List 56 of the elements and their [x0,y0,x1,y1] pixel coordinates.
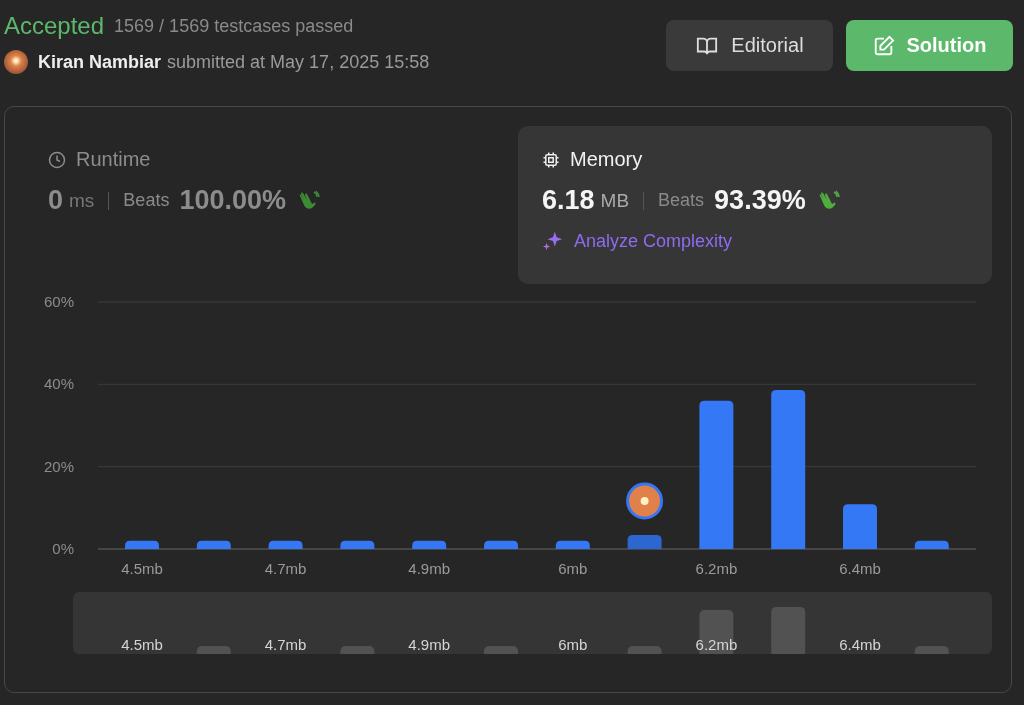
chart-overview[interactable]: 4.5mb 4.7mb 4.9mb 6mb 6.2mb 6.4mb [73,592,992,654]
metric-unit: ms [69,189,95,212]
chart-bar[interactable] [771,390,806,549]
beats-percent: 93.39% [714,185,806,216]
chart-bar[interactable] [412,540,447,549]
overview-bar [484,646,518,654]
author-name[interactable]: Kiran Nambiar [38,51,162,73]
metric-value: 6.18 [542,185,595,216]
overview-label: 4.7mb [264,636,307,653]
chart-bar[interactable] [914,540,949,549]
axis-label: 4.5mb [121,560,163,577]
beats-label: Beats [658,190,705,211]
avatar [4,50,28,74]
beats-percent: 100.00% [179,185,286,216]
editorial-button[interactable]: Editorial [666,20,833,71]
metric-panel[interactable]: Runtime 0 ms Beats 100.00% [24,126,498,284]
overview-label: 6.4mb [839,636,881,653]
clock-icon [48,150,66,169]
edit-icon [872,34,895,57]
axis-label: 60% [43,293,74,310]
axis-label: 4.7mb [264,560,307,577]
metric-title: Memory [570,148,643,171]
overview-bar [771,606,806,654]
chart-bar[interactable] [268,540,303,549]
metric-title: Runtime [76,148,151,171]
sparkle-icon [542,230,564,252]
chip-icon [542,150,560,169]
metric-unit: MB [600,189,630,212]
overview-label: 4.5mb [121,636,163,653]
status-text: Accepted [4,12,105,40]
submitted-time: submitted at May 17, 2025 15:58 [167,51,430,73]
metric-card[interactable]: Memory 6.18 MB Beats 93.39% Analyze Complexity [518,126,992,284]
axis-label: 0% [52,540,74,557]
axis-label: 40% [43,375,74,393]
chart-bar[interactable] [340,540,375,549]
overview-bar [340,646,375,654]
overview-label: 4.9mb [408,636,451,653]
axis-label: 6.2mb [695,560,738,577]
overview-bar [627,646,662,654]
axis-label: 6mb [558,560,588,577]
axis-label: 20% [43,457,74,475]
overview-label: 6.2mb [695,636,738,653]
overview-bar [914,646,949,654]
overview-label: 6mb [558,636,588,653]
overview-bar [196,646,231,654]
chart-bar[interactable] [555,540,590,549]
axis-label: 6.4mb [839,560,881,577]
chart-bar[interactable] [125,540,159,549]
beats-label: Beats [123,190,170,211]
testcases-text: 1569 / 1569 testcases passed [114,15,354,37]
chart-bar[interactable] [484,540,518,549]
chart-bar[interactable] [627,535,662,549]
axis-label: 4.9mb [408,560,451,577]
metric-value: 0 [48,185,64,216]
chart-bar[interactable] [196,540,231,549]
chart-bar[interactable] [699,400,734,549]
